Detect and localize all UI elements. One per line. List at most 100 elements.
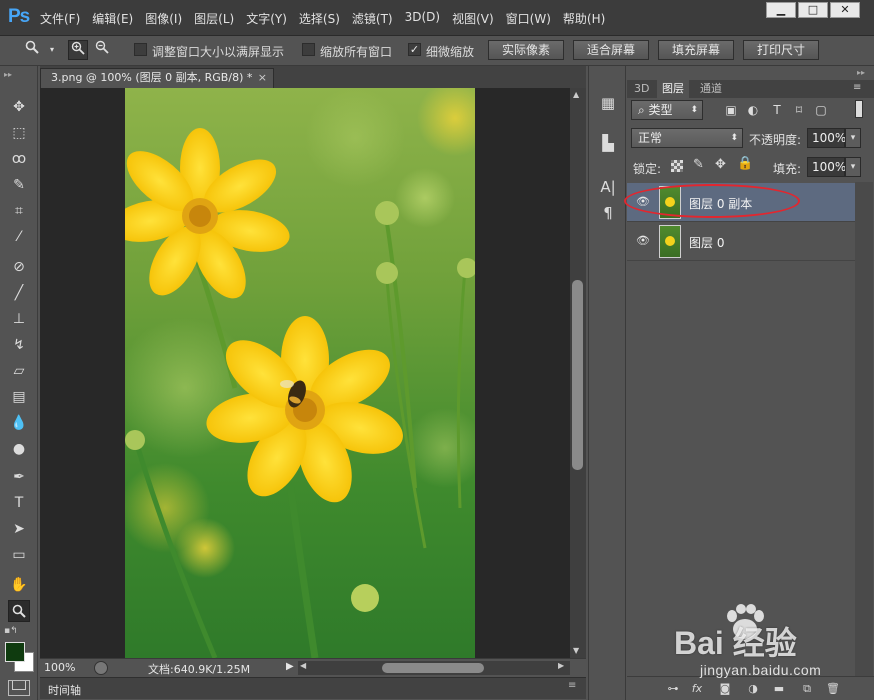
maximize-button[interactable]: □ [798, 2, 828, 18]
lock-pixels-brush-icon[interactable]: ✎ [693, 157, 704, 172]
menu-image[interactable]: 图像(I) [145, 10, 182, 27]
lock-position-icon[interactable]: ✥ [715, 157, 726, 172]
eye-visibility-icon[interactable]: 👁 [635, 233, 651, 249]
gradient-tool-icon[interactable]: ▤ [8, 386, 30, 408]
menu-select[interactable]: 选择(S) [299, 10, 340, 27]
pen-tool-icon[interactable]: ✒ [8, 466, 30, 488]
layer-filter-kind-select[interactable]: ⌕ 类型 ⬍ [631, 100, 703, 120]
tab-channels[interactable]: 通道 [695, 80, 727, 98]
crop-tool-icon[interactable]: ⌗ [8, 200, 30, 222]
panel-grip-icon[interactable]: ▸▸ [4, 70, 12, 79]
menu-type[interactable]: 文字(Y) [246, 10, 287, 27]
search-icon: ⌕ [638, 103, 649, 117]
clone-stamp-tool-icon[interactable]: ⊥ [8, 308, 30, 330]
filter-pixel-icon[interactable]: ▣ [723, 102, 739, 118]
filter-type-icon[interactable]: T [769, 102, 785, 118]
eraser-tool-icon[interactable]: ▱ [8, 360, 30, 382]
move-tool-icon[interactable]: ✥ [8, 96, 30, 118]
fit-screen-button[interactable]: 适合屏幕 [573, 40, 649, 60]
resize-windows-checkbox[interactable] [134, 43, 147, 56]
timeline-panel-bar[interactable]: 时间轴 ≡ [40, 677, 586, 699]
scroll-up-icon[interactable]: ▲ [573, 90, 579, 99]
horizontal-scroll-thumb[interactable] [382, 663, 484, 673]
filter-toggle-switch[interactable] [855, 100, 863, 118]
document-tab-bar: 3.png @ 100% (图层 0 副本, RGB/8) * × [40, 66, 586, 88]
fill-input[interactable]: 100% [807, 157, 846, 177]
character-panel-icon[interactable]: A| [597, 176, 619, 198]
zoom-all-windows-checkbox[interactable] [302, 43, 315, 56]
actual-pixels-button[interactable]: 实际像素 [488, 40, 564, 60]
menu-edit[interactable]: 编辑(E) [92, 10, 133, 27]
zoom-tool-preset-icon[interactable] [22, 40, 42, 60]
foreground-color-swatch[interactable] [5, 642, 25, 662]
lock-all-icon[interactable]: 🔒 [737, 156, 753, 171]
layer-row-base[interactable]: 👁 图层 0 [627, 222, 855, 261]
panel-menu-icon[interactable]: ≡ [853, 82, 861, 93]
menu-filter[interactable]: 滤镜(T) [352, 10, 393, 27]
timeline-menu-icon[interactable]: ≡ [568, 680, 576, 691]
vertical-scroll-thumb[interactable] [572, 280, 583, 470]
status-menu-icon[interactable] [94, 661, 108, 675]
eyedropper-tool-icon[interactable]: ⁄ [8, 226, 30, 248]
healing-brush-tool-icon[interactable]: ⊘ [8, 256, 30, 278]
status-flyout-icon[interactable]: ▶ [286, 661, 294, 672]
tab-layers[interactable]: 图层 [657, 80, 689, 98]
brush-tool-icon[interactable]: ╱ [8, 282, 30, 304]
zoom-out-icon[interactable] [92, 40, 112, 60]
menu-view[interactable]: 视图(V) [452, 10, 494, 27]
swatches-panel-icon[interactable]: ▦ [597, 92, 619, 114]
filter-shape-icon[interactable]: ⌑ [791, 102, 807, 118]
filter-adjustment-icon[interactable]: ◐ [745, 102, 761, 118]
collapsed-panels-dock: ▦ ▙ A| ¶ [588, 66, 626, 700]
scrubby-zoom-checkbox[interactable]: ✓ [408, 43, 421, 56]
rectangle-tool-icon[interactable]: ▭ [8, 544, 30, 566]
lasso-tool-icon[interactable]: ꝏ [8, 148, 30, 170]
zoom-level[interactable]: 100% [44, 661, 75, 674]
menu-help[interactable]: 帮助(H) [563, 10, 605, 27]
default-colors-icon[interactable]: ▪↰ [4, 626, 18, 636]
flower-photo-canvas[interactable] [125, 88, 475, 658]
close-window-button[interactable]: ✕ [830, 2, 860, 18]
blur-tool-icon[interactable]: 💧 [8, 412, 30, 434]
scroll-right-icon[interactable]: ▶ [558, 661, 564, 670]
minimize-button[interactable]: ▁ [766, 2, 796, 18]
layer-name[interactable]: 图层 0 [689, 234, 724, 251]
main-menu: 文件(F) 编辑(E) 图像(I) 图层(L) 文字(Y) 选择(S) 滤镜(T… [40, 10, 617, 27]
dodge-tool-icon[interactable]: ● [8, 438, 30, 460]
preset-dropdown-icon[interactable]: ▾ [42, 40, 62, 60]
screen-mode-icon[interactable] [8, 680, 30, 696]
history-brush-tool-icon[interactable]: ↯ [8, 334, 30, 356]
hand-tool-icon[interactable]: ✋ [8, 574, 30, 596]
history-panel-icon[interactable]: ▙ [597, 132, 619, 154]
blend-mode-select[interactable]: 正常 ⬍ [631, 128, 743, 148]
path-selection-tool-icon[interactable]: ➤ [8, 518, 30, 540]
opacity-input[interactable]: 100% [807, 128, 846, 148]
menu-window[interactable]: 窗口(W) [506, 10, 551, 27]
panel-collapse-icon[interactable]: ▸▸ [857, 68, 865, 77]
document-tab[interactable]: 3.png @ 100% (图层 0 副本, RGB/8) * × [40, 68, 274, 88]
filter-smart-object-icon[interactable]: ▢ [813, 102, 829, 118]
menu-layer[interactable]: 图层(L) [194, 10, 234, 27]
horizontal-scrollbar[interactable]: ◀ ▶ [298, 661, 570, 675]
fill-slider-button[interactable]: ▾ [845, 157, 861, 177]
zoom-in-icon[interactable] [68, 40, 88, 60]
opacity-slider-button[interactable]: ▾ [845, 128, 861, 148]
paragraph-panel-icon[interactable]: ¶ [597, 202, 619, 224]
quick-selection-tool-icon[interactable]: ✎ [8, 174, 30, 196]
fill-screen-button[interactable]: 填充屏幕 [658, 40, 734, 60]
zoom-tool-icon[interactable] [8, 600, 30, 622]
scroll-down-icon[interactable]: ▼ [573, 646, 579, 655]
highlight-ellipse [624, 184, 800, 218]
tab-3d[interactable]: 3D [629, 80, 654, 98]
scroll-left-icon[interactable]: ◀ [300, 661, 306, 670]
lock-transparency-icon[interactable] [671, 160, 683, 172]
flower-photo-image [125, 88, 475, 658]
print-size-button[interactable]: 打印尺寸 [743, 40, 819, 60]
type-tool-icon[interactable]: T [8, 492, 30, 514]
menu-3d[interactable]: 3D(D) [405, 10, 440, 27]
menu-file[interactable]: 文件(F) [40, 10, 80, 27]
marquee-tool-icon[interactable]: ⬚ [8, 122, 30, 144]
close-document-icon[interactable]: × [258, 69, 267, 87]
timeline-label[interactable]: 时间轴 [48, 682, 81, 698]
vertical-scrollbar[interactable]: ▲ ▼ [570, 88, 586, 658]
